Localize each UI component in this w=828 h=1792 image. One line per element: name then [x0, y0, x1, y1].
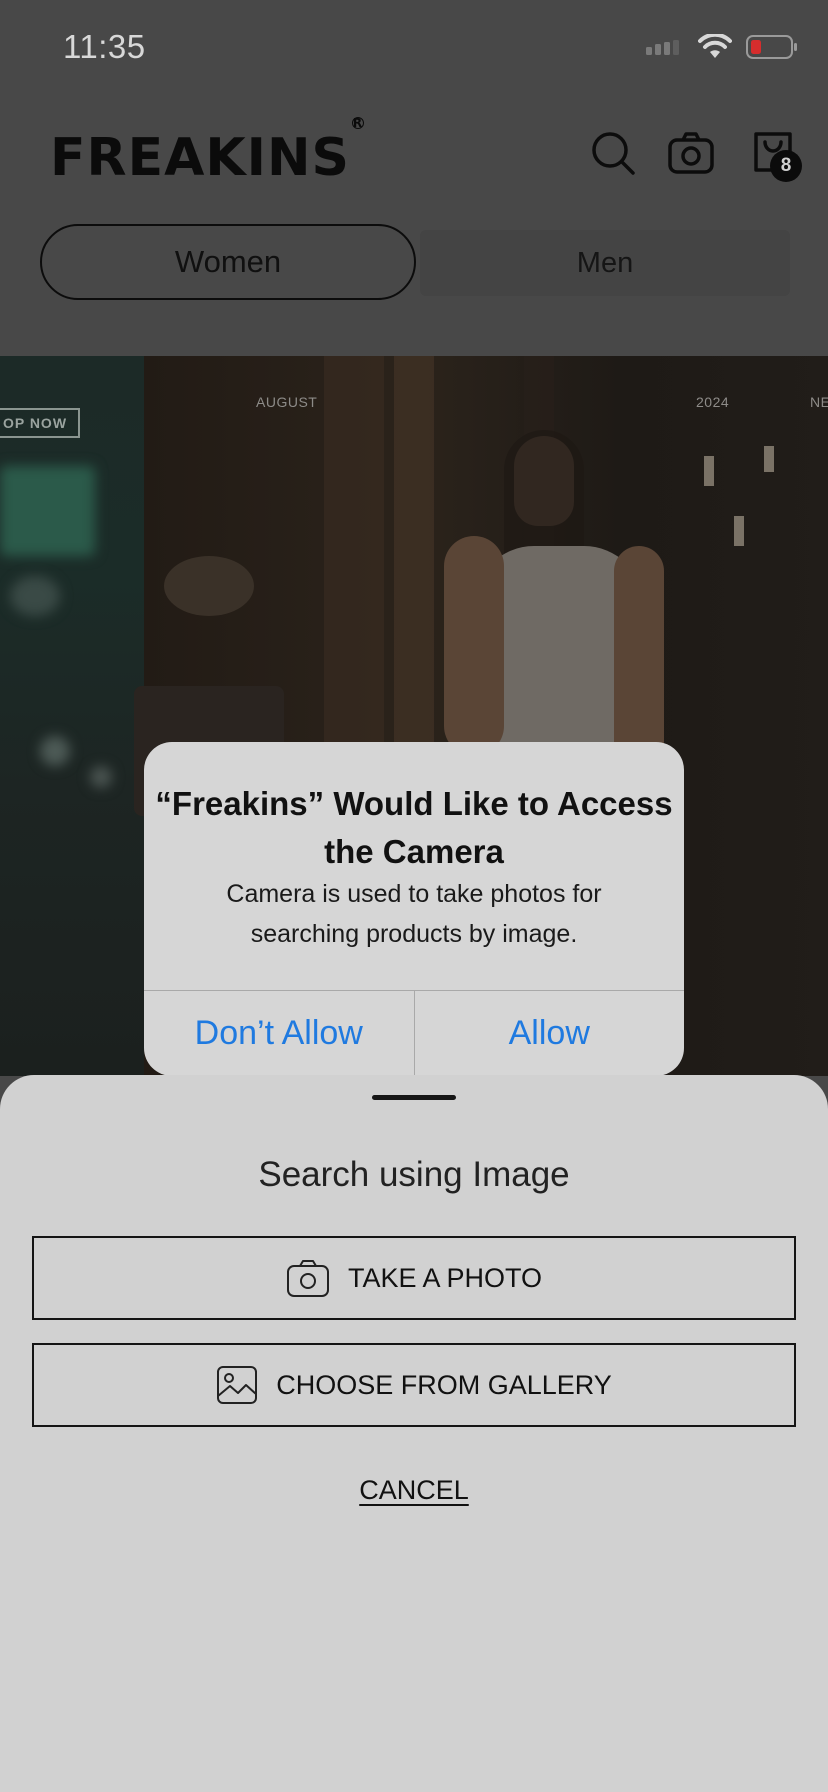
gender-tabs: Women Men: [40, 224, 790, 300]
gallery-image-icon: [217, 1366, 258, 1404]
dont-allow-button[interactable]: Don’t Allow: [144, 991, 415, 1076]
take-photo-label: TAKE A PHOTO: [347, 1262, 543, 1293]
registered-mark: R: [351, 115, 364, 130]
allow-button[interactable]: Allow: [415, 991, 685, 1076]
status-bar: 11:35: [0, 0, 828, 90]
app-header: FREAKINSR 8 Women Men: [0, 90, 828, 356]
wifi-icon: [698, 34, 732, 58]
camera-icon: [286, 1260, 329, 1297]
sheet-title: Search using Image: [258, 1155, 570, 1194]
dialog-title: “Freakins” Would Like to Access the Came…: [155, 785, 673, 870]
choose-from-gallery-button[interactable]: CHOOSE FROM GALLERY: [32, 1343, 796, 1427]
take-photo-button[interactable]: TAKE A PHOTO: [32, 1236, 796, 1320]
shop-now-button[interactable]: OP NOW: [0, 408, 80, 438]
gallery-label: CHOOSE FROM GALLERY: [276, 1369, 612, 1400]
cellular-signal-icon: [646, 40, 679, 55]
image-search-sheet: Search using Image TAKE A PHOTO CHOOSE F…: [0, 1075, 828, 1792]
status-icons: [646, 34, 798, 60]
hero-label-year: 2024: [696, 394, 730, 410]
camera-permission-dialog: “Freakins” Would Like to Access the Came…: [144, 742, 684, 1076]
hero-label-next: NE: [810, 394, 828, 410]
battery-low-icon: [746, 35, 797, 59]
hero-prev-slide[interactable]: OP NOW: [0, 356, 144, 1076]
search-icon[interactable]: [590, 130, 636, 176]
dialog-buttons: Don’t Allow Allow: [144, 990, 684, 1076]
cancel-button[interactable]: CANCEL: [0, 1475, 828, 1506]
dialog-message: Camera is used to take photos for search…: [226, 880, 602, 948]
hero-label-august: AUGUST: [256, 394, 318, 410]
sheet-drag-handle[interactable]: [372, 1095, 456, 1100]
tab-men[interactable]: Men: [420, 230, 790, 296]
status-time: 11:35: [63, 28, 146, 65]
brand-logo[interactable]: FREAKINSR: [50, 116, 364, 188]
camera-icon[interactable]: [668, 130, 714, 176]
cart-count-badge: 8: [770, 150, 802, 182]
tab-women[interactable]: Women: [40, 224, 416, 300]
